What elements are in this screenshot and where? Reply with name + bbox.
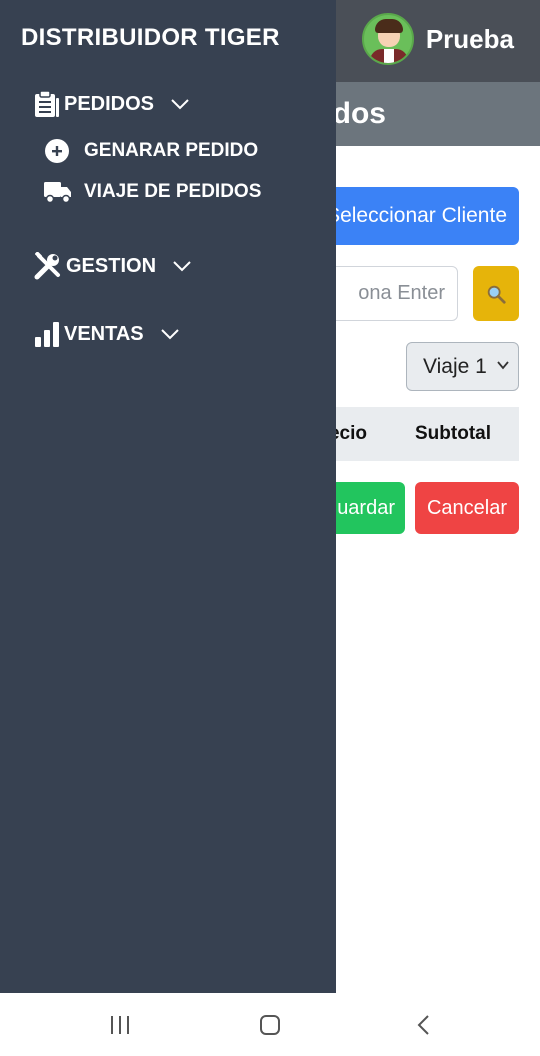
submenu-viaje-de-pedidos[interactable]: VIAJE DE PEDIDOS — [44, 180, 261, 204]
user-name: Prueba — [425, 23, 514, 54]
plus-circle-icon — [44, 138, 72, 164]
menu-gestion-label: GESTION — [66, 254, 157, 277]
tools-icon — [34, 252, 60, 280]
menu-gestion[interactable]: GESTION — [34, 252, 192, 280]
column-header-subtotal: Subtotal — [415, 423, 491, 444]
submenu-generar-pedido-label: GENARAR PEDIDO — [84, 140, 259, 161]
home-button[interactable] — [258, 1011, 282, 1039]
brand-title: DISTRIBUIDOR TIGER — [21, 24, 280, 51]
app-screen: Prueba dos Seleccionar Cliente Viaje 1 e… — [0, 0, 540, 1056]
recent-apps-icon — [111, 1016, 129, 1034]
bar-chart-icon — [35, 322, 59, 347]
system-nav-bar — [0, 993, 540, 1056]
chevron-down-icon — [173, 261, 191, 272]
side-drawer: DISTRIBUIDOR TIGER PEDIDOS GENARAR PEDID… — [0, 0, 336, 993]
menu-ventas[interactable]: VENTAS — [34, 320, 180, 348]
recent-apps-button[interactable] — [108, 1011, 132, 1039]
chevron-down-icon — [160, 329, 179, 340]
magnifier-icon — [487, 285, 506, 304]
home-icon — [260, 1015, 280, 1035]
trip-select-value: Viaje 1 — [423, 354, 487, 378]
chevron-down-icon — [171, 99, 189, 110]
menu-pedidos[interactable]: PEDIDOS — [34, 90, 190, 118]
avatar[interactable] — [361, 13, 414, 65]
submenu-generar-pedido[interactable]: GENARAR PEDIDO — [44, 138, 258, 164]
back-button[interactable] — [412, 1011, 436, 1039]
cancel-button[interactable]: Cancelar — [415, 482, 519, 534]
back-icon — [417, 1015, 429, 1035]
trip-select[interactable]: Viaje 1 — [406, 342, 519, 391]
clipboard-icon — [35, 90, 59, 117]
menu-pedidos-label: PEDIDOS — [64, 92, 155, 115]
chevron-down-icon — [497, 361, 509, 370]
submenu-viaje-de-pedidos-label: VIAJE DE PEDIDOS — [84, 181, 262, 202]
search-button[interactable] — [473, 266, 519, 321]
menu-ventas-label: VENTAS — [64, 322, 144, 345]
user-profile[interactable]: Prueba — [361, 13, 514, 65]
truck-icon — [44, 180, 72, 204]
